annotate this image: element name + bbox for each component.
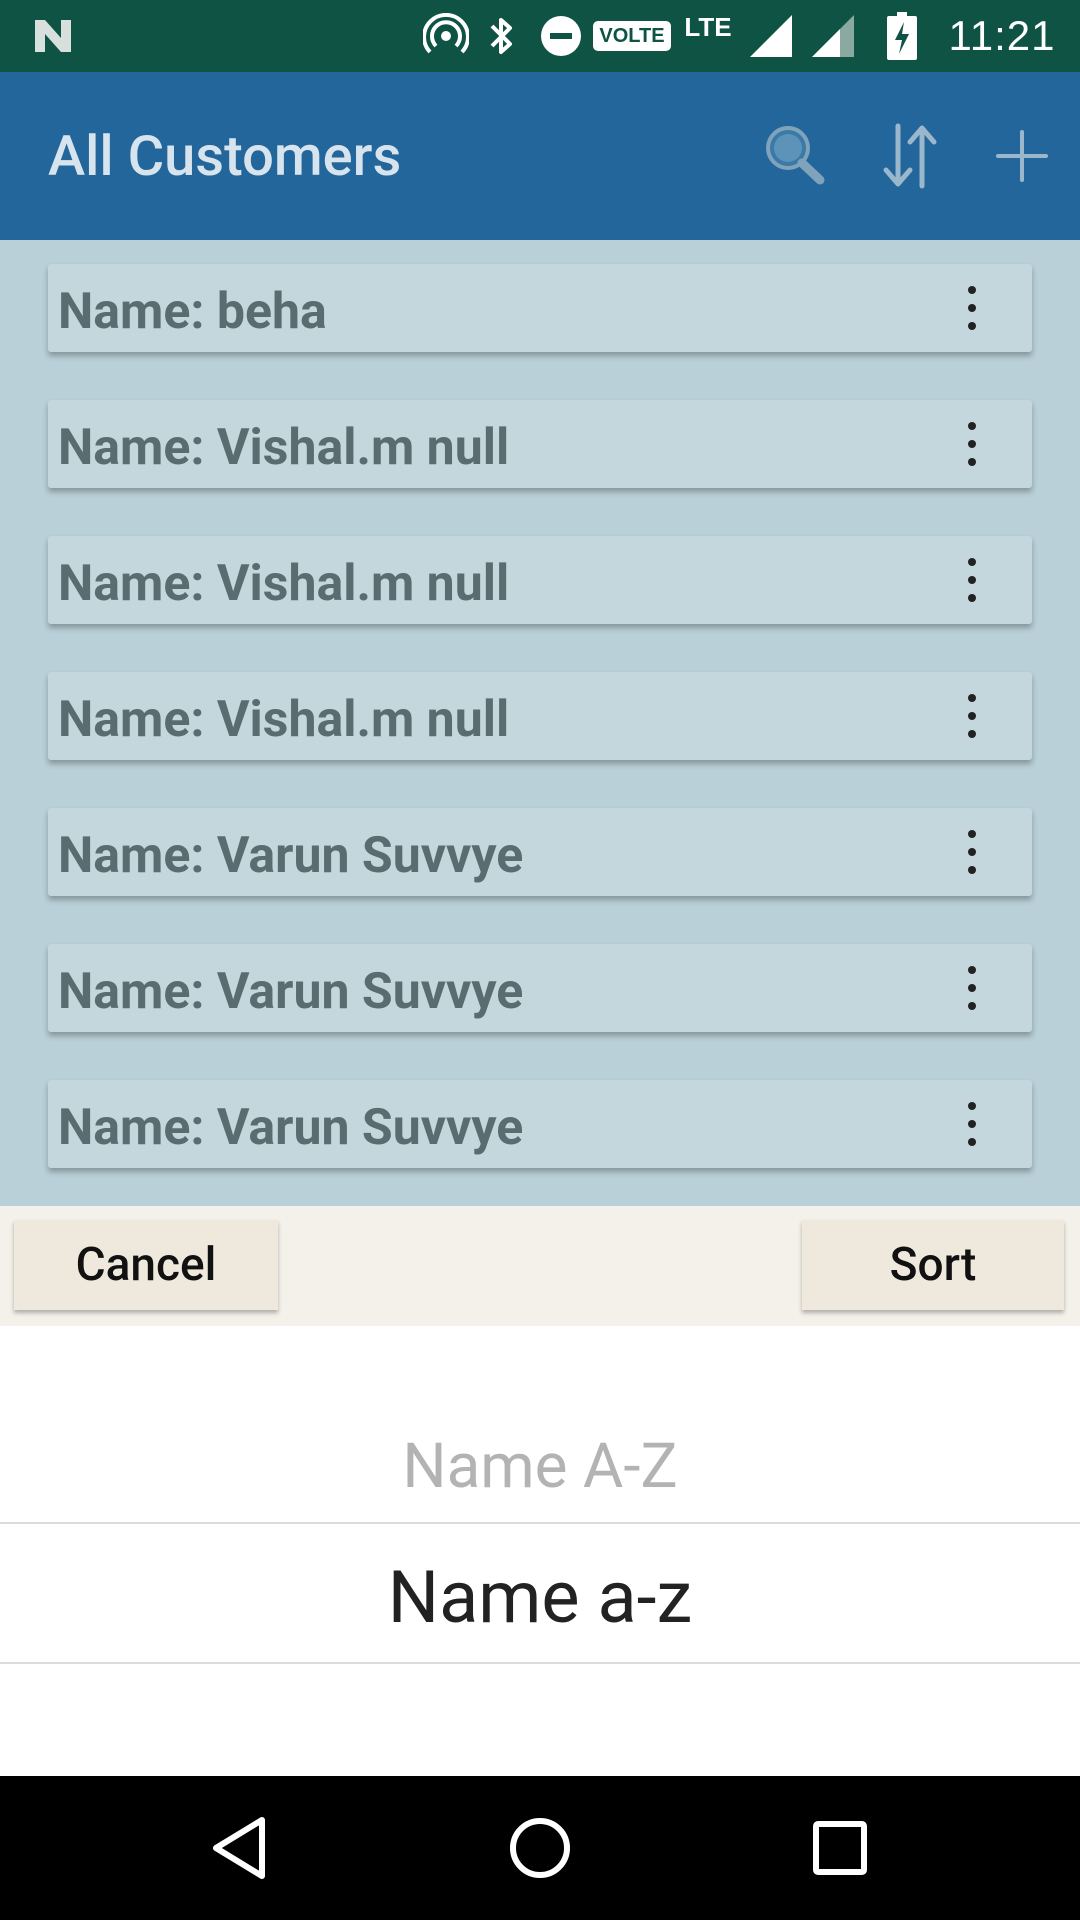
customer-name: Name: Varun Suvvye <box>58 827 524 885</box>
list-item[interactable]: Name: Vishal.m null <box>48 536 1032 624</box>
customer-name: Name: Varun Suvvye <box>58 963 524 1021</box>
list-item[interactable]: Name: Varun Suvvye <box>48 808 1032 896</box>
customer-name: Name: Vishal.m null <box>58 691 510 749</box>
signal-icon-2 <box>808 0 858 72</box>
home-icon[interactable] <box>490 1798 590 1898</box>
app-bar: All Customers <box>0 72 1080 240</box>
notification-n-icon <box>28 0 78 72</box>
clock: 11:21 <box>948 12 1056 59</box>
list-item[interactable]: Name: Varun Suvvye <box>48 1080 1032 1168</box>
cancel-button[interactable]: Cancel <box>14 1220 278 1310</box>
sort-button[interactable]: Sort <box>802 1220 1064 1310</box>
more-vert-icon[interactable] <box>952 400 992 488</box>
navigation-bar <box>0 1776 1080 1920</box>
more-vert-icon[interactable] <box>952 944 992 1032</box>
sort-icon[interactable] <box>868 114 952 198</box>
customer-name: Name: beha <box>58 283 327 341</box>
screen: VOLTE LTE 11:21 All Customers Name: beha… <box>0 0 1080 1920</box>
list-item[interactable]: Name: beha <box>48 264 1032 352</box>
picker-option[interactable]: Name A-Z <box>0 1426 1080 1508</box>
customer-name: Name: Varun Suvvye <box>58 1099 524 1157</box>
picker-divider <box>0 1522 1080 1524</box>
more-vert-icon[interactable] <box>952 536 992 624</box>
customer-list: Name: beha Name: Vishal.m null Name: Vis… <box>0 240 1080 1206</box>
picker-toolbar: Cancel Sort <box>0 1206 1080 1326</box>
add-icon[interactable] <box>980 114 1064 198</box>
search-icon[interactable] <box>752 114 836 198</box>
hotspot-icon <box>420 0 472 72</box>
recents-icon[interactable] <box>790 1798 890 1898</box>
more-vert-icon[interactable] <box>952 808 992 896</box>
page-title: All Customers <box>48 123 402 189</box>
picker-option-selected[interactable]: Name a-z <box>0 1556 1080 1640</box>
more-vert-icon[interactable] <box>952 264 992 352</box>
picker-divider <box>0 1662 1080 1664</box>
customer-name: Name: Vishal.m null <box>58 419 510 477</box>
list-item[interactable]: Name: Varun Suvvye <box>48 944 1032 1032</box>
bluetooth-icon <box>484 0 520 72</box>
back-icon[interactable] <box>190 1798 290 1898</box>
status-bar: VOLTE LTE 11:21 <box>0 0 1080 72</box>
more-vert-icon[interactable] <box>952 1080 992 1168</box>
list-item[interactable]: Name: Vishal.m null <box>48 672 1032 760</box>
customer-name: Name: Vishal.m null <box>58 555 510 613</box>
battery-charging-icon <box>884 0 920 72</box>
do-not-disturb-icon <box>538 0 584 72</box>
more-vert-icon[interactable] <box>952 672 992 760</box>
network-type: LTE <box>684 11 732 42</box>
sort-picker[interactable]: Name A-Z Name a-z <box>0 1326 1080 1776</box>
signal-icon <box>746 0 796 72</box>
volte-badge: VOLTE <box>593 0 671 72</box>
list-item[interactable]: Name: Vishal.m null <box>48 400 1032 488</box>
